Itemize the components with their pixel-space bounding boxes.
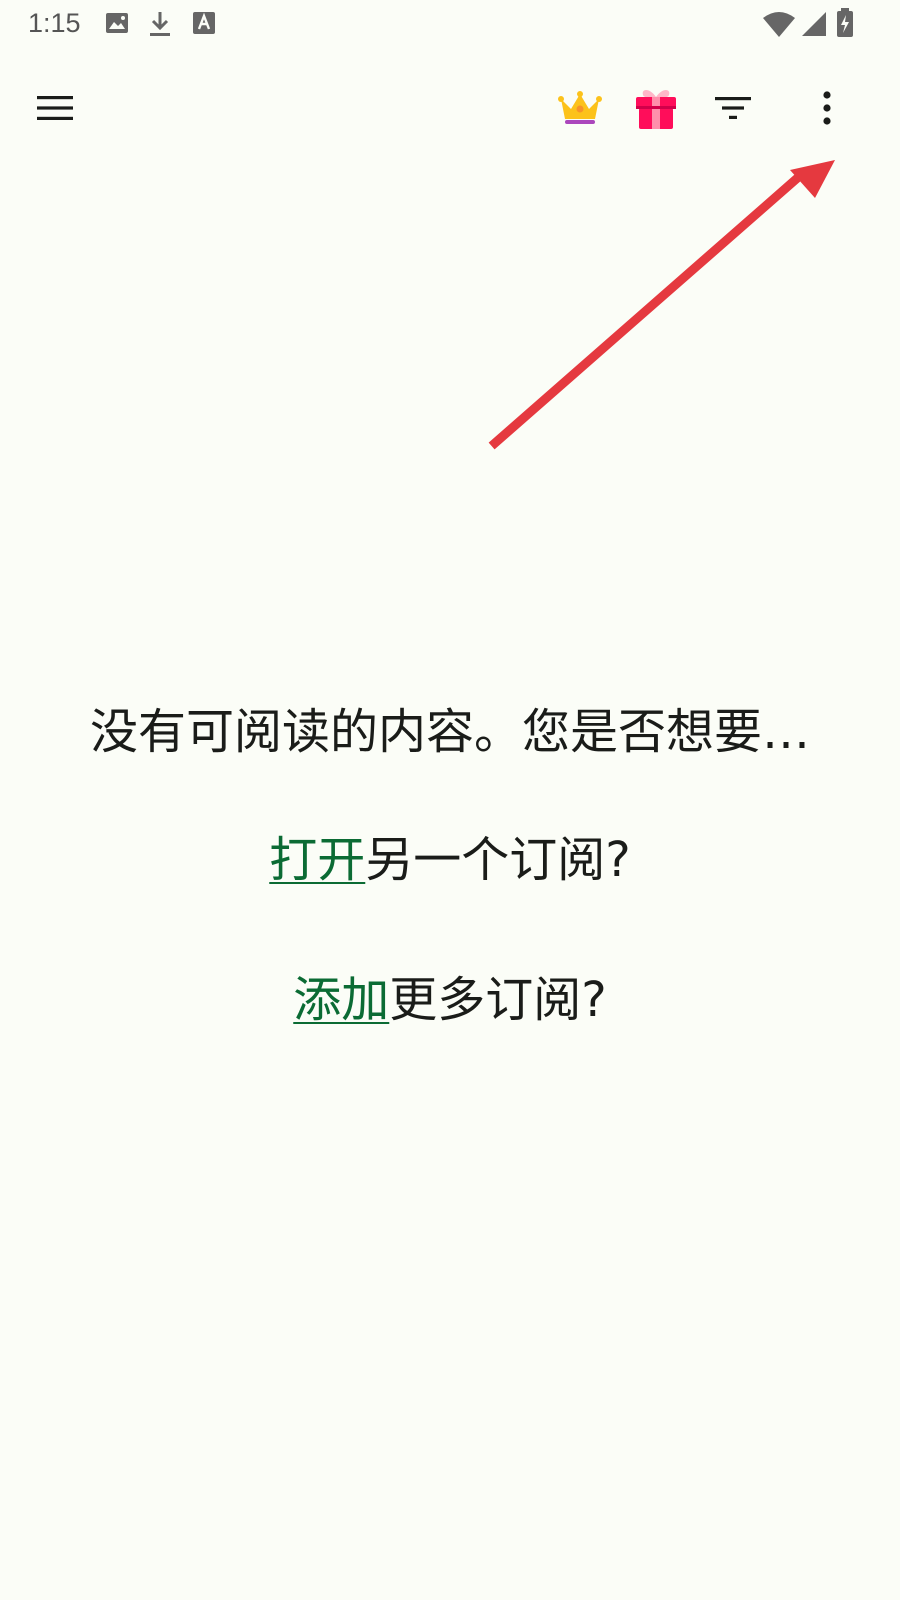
status-bar: 1:15 [0, 0, 900, 48]
add-prompt-text: 更多订阅? [389, 972, 607, 1028]
menu-icon [36, 94, 74, 126]
more-vert-icon [821, 90, 833, 130]
navigation-menu-button[interactable] [23, 78, 87, 142]
empty-state: 没有可阅读的内容。您是否想要… 打开另一个订阅? 添加更多订阅? [0, 700, 900, 1108]
premium-button[interactable] [548, 78, 612, 142]
open-prompt-text: 另一个订阅? [365, 832, 631, 888]
filter-icon [714, 94, 752, 126]
crown-icon [558, 89, 602, 131]
app-bar [0, 62, 900, 158]
image-notification-icon [104, 10, 130, 40]
gift-icon [633, 85, 679, 135]
text-notification-icon [192, 10, 216, 40]
filter-button[interactable] [701, 78, 765, 142]
gift-button[interactable] [624, 78, 688, 142]
battery-charging-icon [836, 8, 854, 42]
download-icon [148, 10, 172, 42]
status-time: 1:15 [28, 8, 81, 38]
add-link[interactable]: 添加 [293, 972, 389, 1028]
open-link[interactable]: 打开 [269, 832, 365, 888]
add-more-subscriptions-prompt: 添加更多订阅? [0, 968, 900, 1032]
wifi-icon [762, 10, 796, 42]
empty-state-title: 没有可阅读的内容。您是否想要… [89, 704, 810, 760]
open-another-subscription-prompt: 打开另一个订阅? [0, 828, 900, 892]
more-options-button[interactable] [795, 78, 859, 142]
signal-icon [800, 10, 828, 42]
